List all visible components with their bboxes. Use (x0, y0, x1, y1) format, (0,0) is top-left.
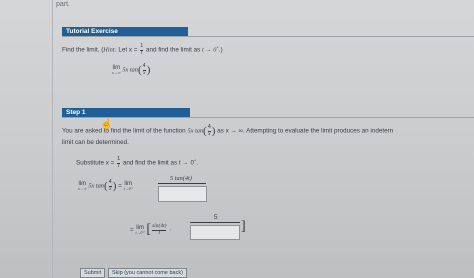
equation-1-lhs: lim x→∞ 5x tan(4 x) = lim t→0⁺ (78, 179, 133, 192)
prompt-start: Find the limit. ( (62, 46, 104, 54)
tutorial-banner: Tutorial Exercise (62, 27, 188, 36)
skip-button[interactable]: Skip (you cannot come back) (108, 268, 187, 278)
prompt-limit: t → 0 (202, 46, 217, 54)
equation-1-numerator: 5 tan(4t) (170, 175, 192, 182)
tutorial-divider (62, 36, 474, 37)
problem-fraction: 4x (142, 63, 146, 76)
step-banner: Step 1 (62, 108, 190, 117)
hint-label: Hint: (103, 46, 117, 54)
problem-lim: lim x→∞ (112, 65, 121, 75)
substitute-line: Substitute x = 1t and find the limit as … (76, 156, 199, 169)
hint-let: Let x = (118, 46, 138, 54)
tutorial-problem: lim x→∞ 5x tan(4 x) (112, 63, 151, 76)
problem-coef: 5x tan (122, 66, 138, 74)
left-border (52, 0, 53, 278)
step-line1: You are asked to find the limit of the f… (62, 124, 394, 137)
answer-box-1[interactable] (158, 186, 207, 202)
partial-label: part. (56, 1, 71, 8)
step-divider (62, 117, 474, 118)
step-line2: limit can be determined. (62, 139, 129, 146)
hint-fraction: 1t (140, 43, 144, 56)
answer-box-2[interactable] (190, 225, 240, 240)
equation-2-fraction-bar (190, 222, 240, 223)
prompt-mid: and find the limit as (146, 46, 201, 54)
submit-button[interactable]: Submit (80, 268, 106, 278)
equation-2: = lim t→0⁺ [sin(4t) t · (130, 222, 172, 237)
equation-2-numerator: 5 (214, 214, 218, 221)
tutorial-prompt: Find the limit. (Hint: Let x = 1t and fi… (62, 43, 223, 56)
equation-2-bracket-close: ] (241, 219, 246, 234)
equation-1-fraction-bar (158, 183, 206, 184)
